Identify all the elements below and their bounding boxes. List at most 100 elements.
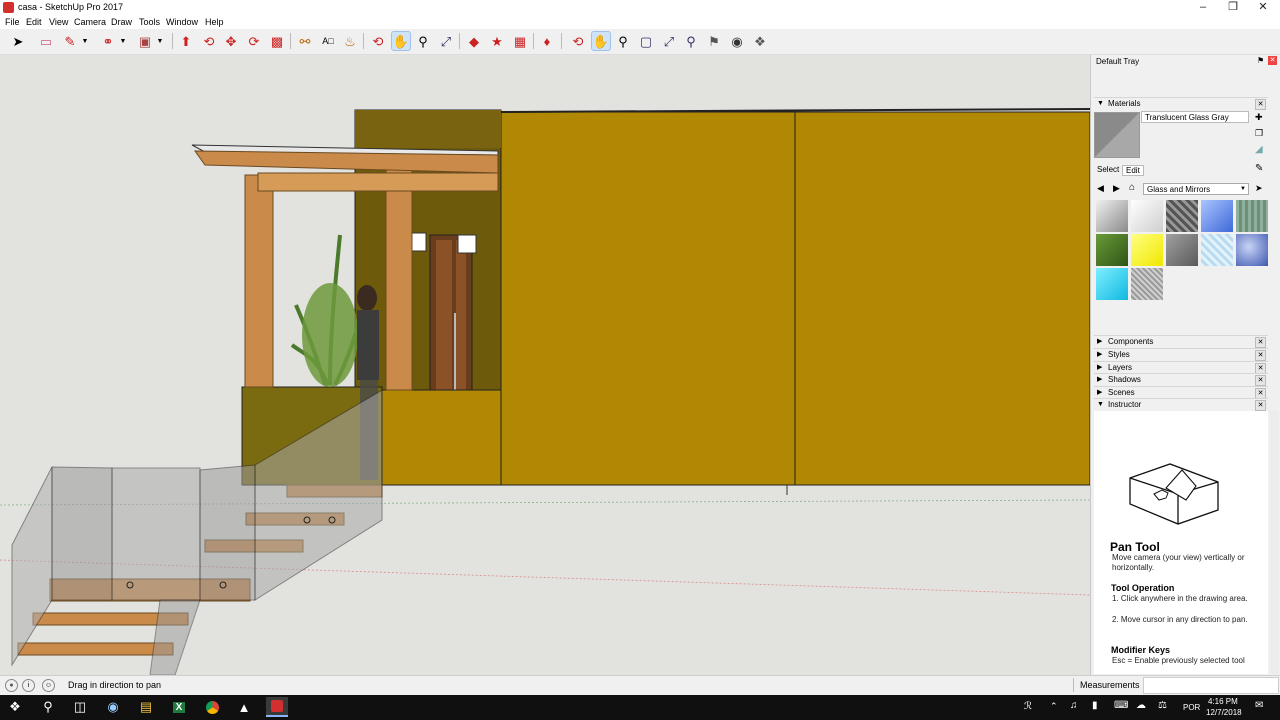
pan-icon[interactable]: ✋: [391, 31, 411, 51]
panel-close-icon[interactable]: ✕: [1255, 350, 1266, 361]
walk-icon[interactable]: ❖: [751, 32, 769, 50]
extension-icon[interactable]: ▦: [511, 32, 529, 50]
orbit-icon[interactable]: ⟲: [569, 32, 587, 50]
volume-icon[interactable]: ♫: [1070, 700, 1078, 711]
panel-materials[interactable]: ▼ Materials ✕: [1094, 97, 1268, 110]
material-name-field[interactable]: Translucent Glass Gray: [1141, 111, 1249, 123]
instructor-scrollbar[interactable]: [1270, 411, 1279, 674]
dropdown-arrow-icon[interactable]: ▼: [155, 32, 165, 50]
move-icon[interactable]: ✥: [222, 32, 240, 50]
pan-icon[interactable]: ✋: [591, 31, 611, 51]
onedrive-icon[interactable]: ☁: [1136, 700, 1146, 711]
push-pull-icon[interactable]: ⬆: [177, 32, 195, 50]
material-swatch[interactable]: [1166, 234, 1198, 266]
dropdown-arrow-icon[interactable]: ▼: [118, 32, 128, 50]
material-swatch[interactable]: [1236, 234, 1268, 266]
material-swatch[interactable]: [1131, 200, 1163, 232]
notifications-icon[interactable]: ✉: [1255, 700, 1263, 711]
chevron-up-icon[interactable]: ⌃: [1050, 701, 1058, 712]
material-swatch[interactable]: [1131, 234, 1163, 266]
ruby-icon[interactable]: ♦: [538, 32, 556, 50]
pen-icon[interactable]: ℛ: [1024, 701, 1032, 712]
menu-file[interactable]: File: [5, 16, 20, 29]
create-material-icon[interactable]: ✚: [1255, 112, 1263, 123]
panel-shadows[interactable]: ▶ Shadows ✕: [1094, 373, 1268, 386]
material-swatch[interactable]: [1096, 268, 1128, 300]
close-button[interactable]: ✕: [1248, 0, 1278, 16]
panel-components[interactable]: ▶ Components ✕: [1094, 335, 1268, 348]
menu-draw[interactable]: Draw: [111, 16, 132, 29]
panel-close-icon[interactable]: ✕: [1255, 337, 1266, 348]
pencil-icon[interactable]: ✎: [61, 32, 79, 50]
file-explorer-icon[interactable]: ▤: [135, 697, 157, 717]
zoom-icon[interactable]: ⚲: [414, 32, 432, 50]
tab-select[interactable]: Select: [1097, 165, 1119, 174]
dropdown-arrow-icon[interactable]: ▼: [80, 32, 90, 50]
select-arrow-icon[interactable]: ➤: [9, 32, 27, 50]
zoom-window-icon[interactable]: ▢: [637, 32, 655, 50]
measurements-input[interactable]: [1143, 677, 1279, 694]
text-icon[interactable]: A□: [319, 32, 337, 50]
user-icon[interactable]: ☺: [42, 679, 55, 692]
follow-me-icon[interactable]: ⟲: [200, 32, 218, 50]
panel-styles[interactable]: ▶ Styles ✕: [1094, 348, 1268, 361]
geo-location-icon[interactable]: ●: [5, 679, 18, 692]
task-view-icon[interactable]: ◫: [69, 697, 91, 717]
tray-close-icon[interactable]: ✕: [1268, 56, 1277, 65]
maximize-button[interactable]: ❐: [1218, 0, 1248, 16]
material-swatch[interactable]: [1131, 268, 1163, 300]
zoom-icon[interactable]: ⚲: [614, 32, 632, 50]
material-swatch[interactable]: [1096, 234, 1128, 266]
material-swatch[interactable]: [1166, 200, 1198, 232]
home-icon[interactable]: ⌂: [1129, 182, 1135, 193]
minimize-button[interactable]: –: [1188, 0, 1218, 16]
menu-edit[interactable]: Edit: [26, 16, 42, 29]
material-swatch[interactable]: [1096, 200, 1128, 232]
clock-date[interactable]: 12/7/2018: [1206, 708, 1242, 717]
rotate-icon[interactable]: ⟳: [245, 32, 263, 50]
pin-icon[interactable]: ⚑: [1257, 56, 1264, 65]
menu-window[interactable]: Window: [166, 16, 198, 29]
network-app-icon[interactable]: ◉: [102, 697, 124, 717]
paint-bucket-icon[interactable]: ♨: [341, 32, 359, 50]
default-material-icon[interactable]: ◢: [1255, 144, 1263, 155]
chrome-icon[interactable]: [201, 697, 223, 717]
drawing-area[interactable]: [0, 55, 1090, 675]
orbit-icon[interactable]: ⟲: [369, 32, 387, 50]
tape-measure-icon[interactable]: ⚯: [296, 32, 314, 50]
material-library-select[interactable]: Glass and Mirrors ▼: [1143, 183, 1249, 195]
panel-close-icon[interactable]: ✕: [1255, 400, 1266, 411]
language-indicator[interactable]: POR: [1183, 703, 1200, 712]
sketchup-taskbar-icon[interactable]: [266, 697, 288, 717]
tab-edit[interactable]: Edit: [1122, 165, 1144, 176]
menu-view[interactable]: View: [49, 16, 68, 29]
rectangle-icon[interactable]: ▣: [136, 32, 154, 50]
look-around-icon[interactable]: ◉: [728, 32, 746, 50]
position-camera-icon[interactable]: ⚑: [705, 32, 723, 50]
keyboard-icon[interactable]: ⌨: [1114, 700, 1128, 711]
forward-arrow-icon[interactable]: ▶: [1113, 183, 1120, 194]
search-icon[interactable]: ⚲: [37, 697, 59, 717]
wifi-icon[interactable]: ⚖: [1158, 700, 1167, 711]
zoom-extents-icon[interactable]: ⤢: [660, 32, 678, 50]
excel-icon[interactable]: X: [168, 697, 190, 717]
credits-icon[interactable]: i: [22, 679, 35, 692]
material-swatch[interactable]: [1201, 234, 1233, 266]
panel-instructor[interactable]: ▼ Instructor ✕: [1094, 398, 1268, 411]
menu-help[interactable]: Help: [205, 16, 224, 29]
back-arrow-icon[interactable]: ◀: [1097, 183, 1104, 194]
zoom-extents-icon[interactable]: ⤢: [437, 32, 455, 50]
battery-icon[interactable]: ▮: [1092, 700, 1098, 711]
previous-view-icon[interactable]: ⚲: [682, 32, 700, 50]
menu-tools[interactable]: Tools: [139, 16, 160, 29]
scale-icon[interactable]: ▩: [268, 32, 286, 50]
eraser-icon[interactable]: ▭: [37, 32, 55, 50]
sample-paint-icon[interactable]: ✎: [1255, 163, 1263, 174]
display-secondary-icon[interactable]: ❐: [1255, 128, 1263, 139]
material-swatch[interactable]: [1236, 200, 1268, 232]
material-swatch[interactable]: [1201, 200, 1233, 232]
panel-close-icon[interactable]: ✕: [1255, 375, 1266, 386]
photos-icon[interactable]: ▲: [233, 697, 255, 717]
details-arrow-icon[interactable]: ➤: [1255, 183, 1263, 194]
warehouse-icon[interactable]: ★: [488, 32, 506, 50]
